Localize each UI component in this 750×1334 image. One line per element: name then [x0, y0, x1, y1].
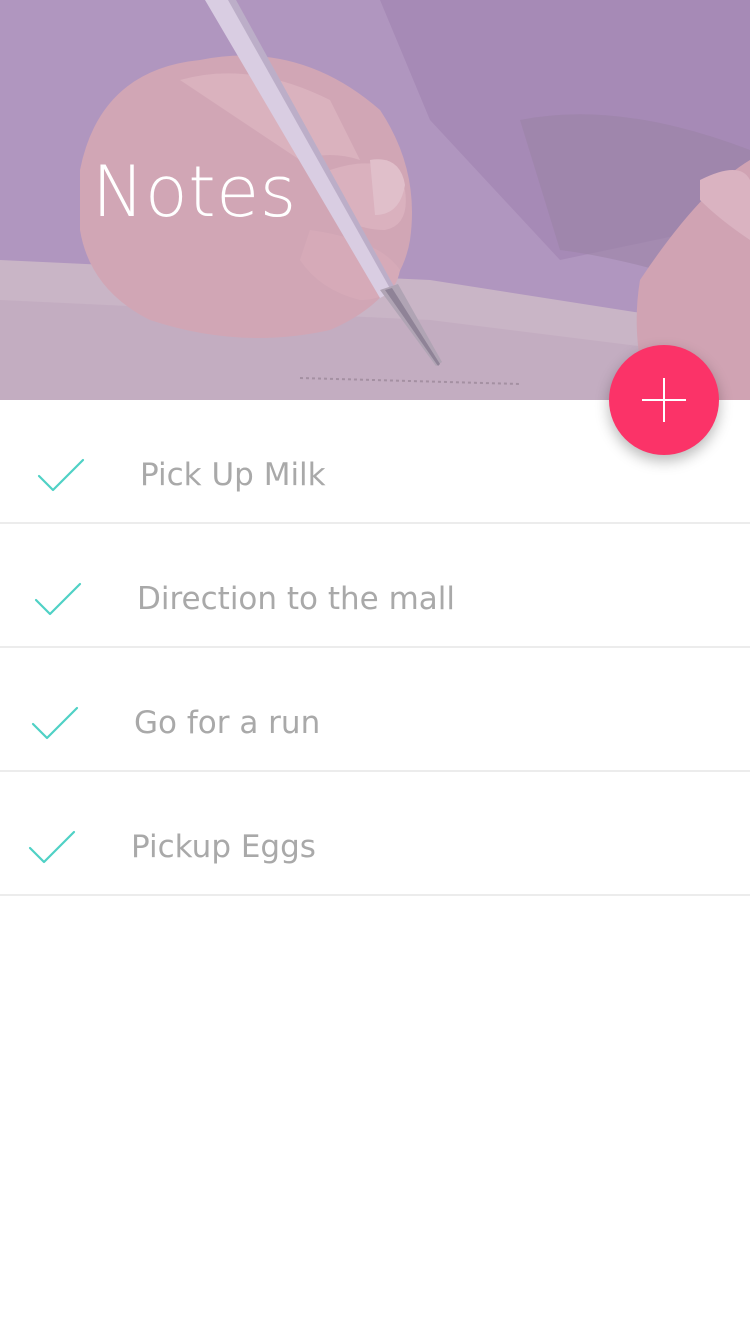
note-label: Pickup Eggs	[131, 829, 316, 865]
page-title: Notes	[92, 151, 297, 233]
plus-icon	[663, 378, 665, 422]
note-label: Direction to the mall	[137, 581, 456, 617]
note-label: Go for a run	[134, 705, 321, 741]
note-label: Pick Up Milk	[140, 457, 326, 493]
check-icon[interactable]	[37, 458, 87, 494]
check-icon[interactable]	[28, 830, 78, 866]
check-icon[interactable]	[34, 582, 84, 618]
add-note-button[interactable]	[609, 345, 719, 455]
note-item[interactable]: Direction to the mall	[0, 524, 750, 648]
header-photo: Notes	[0, 0, 750, 400]
check-icon[interactable]	[31, 706, 81, 742]
note-list: Pick Up Milk Direction to the mall Go fo…	[0, 400, 750, 896]
notes-screen: Notes Pick Up Milk Direction to the mall…	[0, 0, 750, 1334]
note-item[interactable]: Pickup Eggs	[0, 772, 750, 896]
note-item[interactable]: Go for a run	[0, 648, 750, 772]
